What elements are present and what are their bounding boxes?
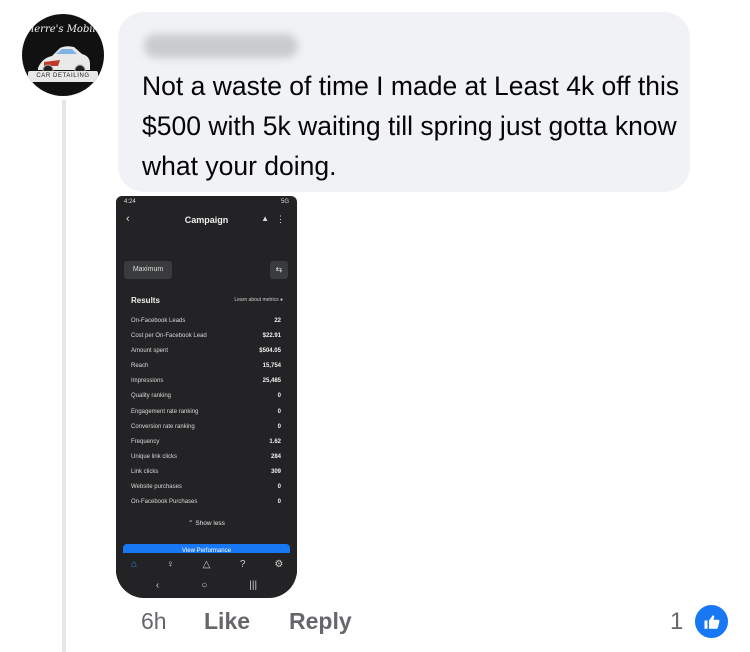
metric-label: Impressions [131,378,164,385]
metric-row: Cost per On-Facebook Lead $22.91 [131,331,281,346]
like-button[interactable]: Like [204,608,250,635]
metric-label: Conversion rate ranking [131,423,195,430]
reaction-count[interactable]: 1 [670,608,683,636]
metric-row: Quality ranking 0 [131,391,281,406]
system-back-icon: ‹ [155,579,160,591]
metrics-list: On-Facebook Leads 22 Cost per On-Facebook… [131,316,281,512]
help-icon: ? [239,558,246,570]
metric-row: On-Facebook Leads 22 [131,316,281,331]
metric-label: Quality ranking [131,393,172,400]
metric-label: Engagement rate ranking [131,408,199,415]
metric-value: $504.05 [259,348,281,355]
metric-value: 0 [277,408,281,415]
attached-screenshot[interactable]: 4:24 5G ‹ Campaign ▲ ⋮ Maximum ⇆ Results… [116,196,297,598]
bell-outline-icon: △ [202,558,211,570]
system-recents-icon: ||| [249,579,258,591]
metric-row: Link clicks 309 [131,467,281,482]
lightbulb-icon: ♀ [166,558,175,570]
android-system-nav: ‹ ○ ||| [116,576,297,594]
comment-text: Not a waste of time I made at Least 4k o… [142,71,680,181]
metric-row: Reach 15,754 [131,361,281,376]
results-heading: Results [131,296,160,305]
metric-value: 0 [277,499,281,506]
phone-bottom-nav: ⌂ ♀ △ ? ⚙ [116,553,297,575]
metric-label: Frequency [131,438,160,445]
metric-row: Website purchases 0 [131,482,281,497]
reply-button[interactable]: Reply [289,608,352,635]
metric-label: Cost per On-Facebook Lead [131,333,207,340]
metric-row: Engagement rate ranking 0 [131,407,281,422]
learn-metrics-text: Learn about metrics [234,297,279,303]
metric-label: Website purchases [131,484,182,491]
metric-value: 25,485 [262,378,281,385]
metric-row: Impressions 25,485 [131,376,281,391]
comment-timestamp: 6h [141,608,167,634]
thumbs-up-icon[interactable] [693,603,730,640]
metric-row: On-Facebook Purchases 0 [131,497,281,512]
car-logo-icon [38,46,90,76]
metric-value: $22.91 [262,333,281,340]
sliders-icon: ⇆ [270,261,288,279]
metric-label: Reach [131,363,149,370]
status-network: 5G [280,199,289,205]
phone-status-bar: 4:24 5G [124,199,289,208]
metric-row: Conversion rate ranking 0 [131,422,281,437]
metric-value: 1.62 [269,438,281,445]
show-less-toggle: ⌃ Show less [116,519,297,527]
avatar-band-text: CAR DETAILING [28,71,98,82]
metric-label: On-Facebook Purchases [131,499,198,506]
metric-value: 0 [277,484,281,491]
more-options-icon: ⋮ [276,214,285,224]
metric-value: 284 [270,453,281,460]
maximum-filter-pill: Maximum [124,261,172,279]
metric-value: 0 [277,423,281,430]
metric-label: Amount spent [131,348,169,355]
metric-value: 309 [270,468,281,475]
metric-value: 15,754 [262,363,281,370]
learn-metrics-link: Learn about metrics ● [234,297,283,303]
system-home-icon: ○ [201,579,208,591]
metric-row: Unique link clicks 284 [131,452,281,467]
campaign-title: Campaign [184,215,229,225]
gear-icon: ⚙ [274,558,284,570]
reply-thread-line [62,100,66,652]
metric-value: 22 [274,318,281,324]
info-icon: ● [279,297,283,303]
metric-label: Link clicks [131,468,159,475]
thumbs-up-glyph [704,614,719,629]
bell-icon: ▲ [261,214,269,223]
author-name-blurred[interactable] [144,34,298,58]
metric-label: On-Facebook Leads [131,318,186,324]
metric-row: Amount spent $504.05 [131,346,281,361]
phone-app-bar: ‹ Campaign ▲ ⋮ [116,210,297,232]
metric-value: 0 [277,393,281,400]
home-icon: ⌂ [131,558,138,570]
chevron-up-icon: ⌃ [188,520,194,527]
status-time: 4:24 [124,199,136,205]
commenter-avatar[interactable]: Pierre's Mobile CAR DETAILING [22,14,104,96]
metric-label: Unique link clicks [131,453,178,460]
comment-bubble: Not a waste of time I made at Least 4k o… [118,12,690,192]
metric-row: Frequency 1.62 [131,437,281,452]
show-less-label: Show less [195,520,225,527]
